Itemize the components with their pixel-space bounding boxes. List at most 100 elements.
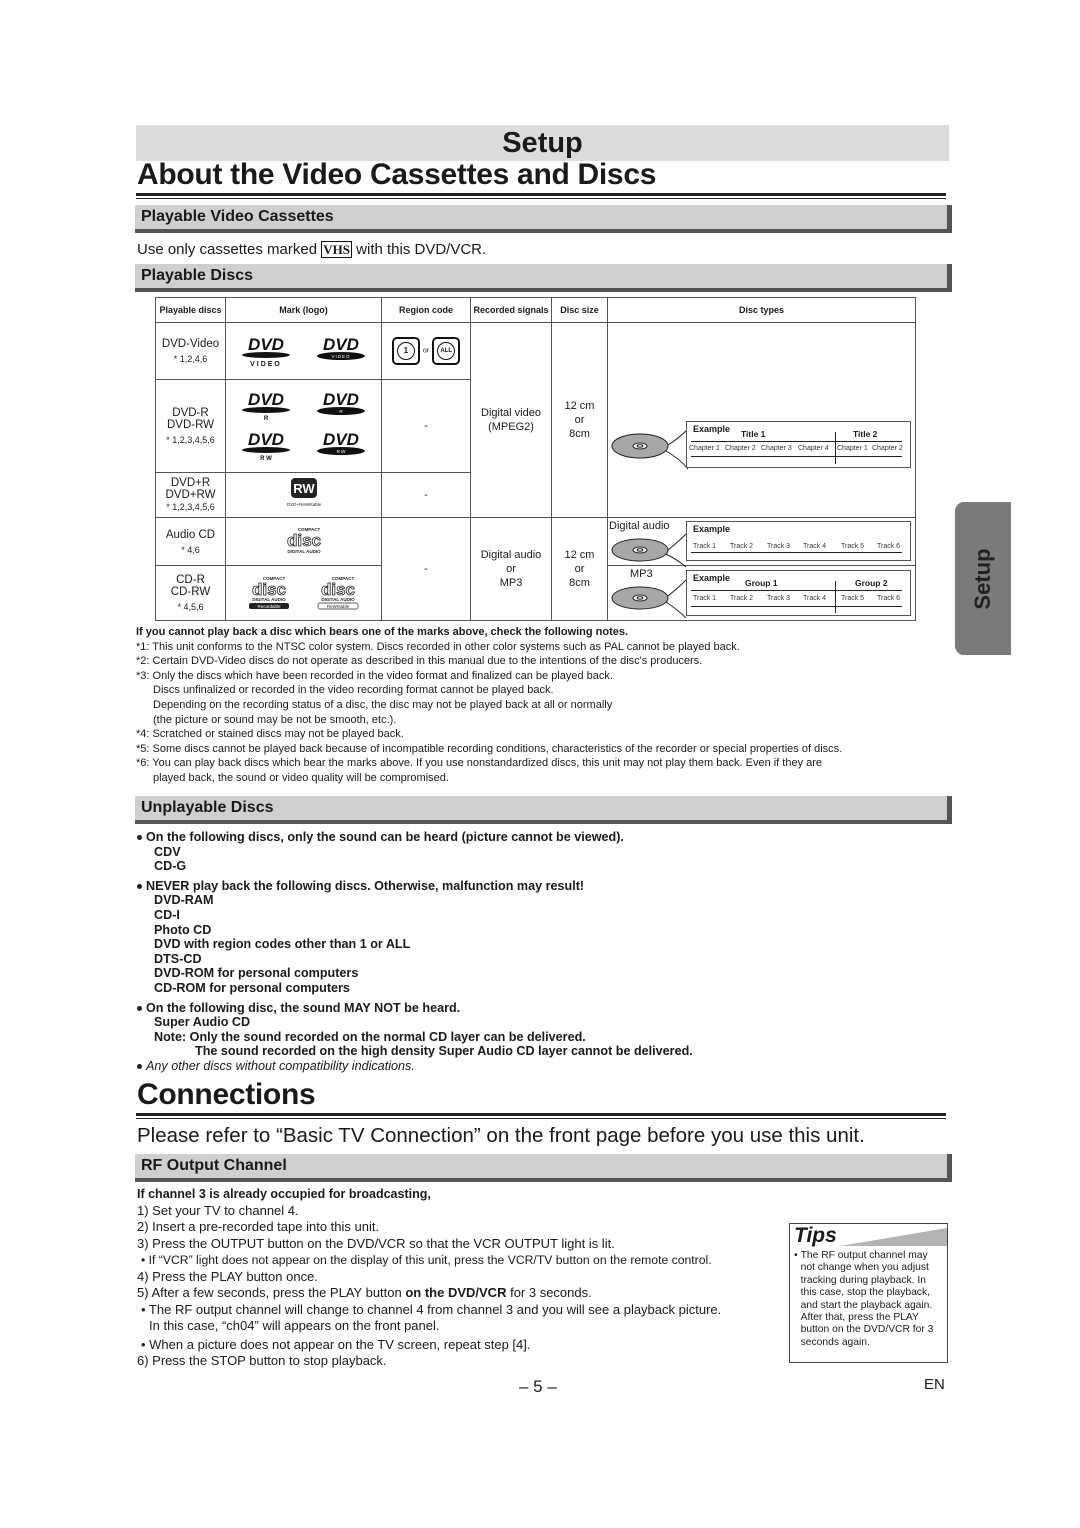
note-line: *5: Some discs cannot be played back bec…: [136, 742, 843, 755]
page-title: About the Video Cassettes and Discs: [137, 158, 657, 191]
bullet-icon: [137, 1005, 142, 1011]
step5-text: 5) After a few seconds, press the PLAY b…: [137, 1285, 406, 1300]
track-label: Track 6: [877, 595, 901, 602]
group-lead: On the following discs, only the sound c…: [146, 830, 624, 844]
svg-text:DVD: DVD: [323, 335, 359, 354]
cassettes-text-after: with this DVD/VCR.: [356, 241, 487, 258]
rf-step-5: 5) After a few seconds, press the PLAY b…: [137, 1285, 797, 1302]
heading-rf-output-channel: RF Output Channel: [135, 1154, 952, 1182]
setup-section-band: Setup: [136, 125, 949, 161]
disc-name: Audio CD: [165, 528, 216, 541]
example-label: Example: [693, 573, 731, 583]
rf-step: 1) Set your TV to channel 4.: [137, 1202, 299, 1218]
track-label: Track 2: [730, 543, 754, 550]
svg-text:DIGITAL AUDIO: DIGITAL AUDIO: [321, 597, 355, 602]
svg-text:DVD: DVD: [248, 430, 284, 449]
compact-disc-recordable-logo-icon: COMPACTdiscDIGITAL AUDIORecordable: [248, 576, 289, 609]
svg-text:RW: RW: [293, 481, 315, 496]
rf-step-note: In this case, “ch04” will appears on the…: [149, 1318, 440, 1333]
track-label: Track 5: [841, 595, 865, 602]
dvd-plus-rewritable-logo-icon: RW DVD+ReWritable: [286, 478, 321, 507]
svg-text:DVD+ReWritable: DVD+ReWritable: [286, 502, 321, 507]
chapter-label: Chapter 1: [689, 445, 720, 452]
connections-rule: [136, 1113, 946, 1119]
unplayable-group: On the following discs, only the sound c…: [137, 830, 693, 845]
region-dash: -: [381, 517, 471, 621]
svg-text:DVD: DVD: [323, 390, 359, 409]
dvd-video-logos: DVD VIDEO DVD VIDEO: [225, 321, 382, 381]
group-label: Group 1: [745, 578, 778, 588]
language-code: EN: [924, 1376, 945, 1393]
example-label: Example: [693, 424, 731, 434]
bullet-icon: [137, 835, 142, 841]
svg-text:VIDEO: VIDEO: [332, 354, 351, 359]
disc-notes: * 1,2,3,4,5,6: [166, 435, 215, 446]
svg-text:DVD: DVD: [248, 335, 284, 354]
col-header: Disc types: [607, 297, 916, 323]
audio-disc-size: 12 cm or 8cm: [551, 517, 608, 621]
heading-unplayable-discs: Unplayable Discs: [135, 796, 952, 824]
note-line: *3: Only the discs which have been recor…: [136, 669, 613, 682]
rf-steps: If channel 3 is already occupied for bro…: [137, 1186, 797, 1370]
side-tab-setup[interactable]: Setup: [955, 502, 1011, 655]
disc-notes: * 4,5,6: [177, 602, 204, 612]
list-item: CD-ROM for personal computers: [154, 980, 350, 995]
chapter-label: Chapter 1: [837, 445, 868, 452]
vhs-logo-icon: VHS: [321, 241, 352, 258]
track-label: Track 2: [730, 595, 754, 602]
notes-intro: If you cannot play back a disc which bea…: [136, 626, 629, 638]
chapter-label: Chapter 2: [725, 445, 756, 452]
rf-step-note: • If “VCR” light does not appear on the …: [141, 1253, 712, 1267]
group-lead: On the following disc, the sound MAY NOT…: [146, 1000, 461, 1015]
playable-discs-table: Playable discs Mark (logo) Region code R…: [155, 297, 916, 621]
bullet-icon: [137, 883, 142, 889]
list-item: DVD-RAM: [154, 893, 214, 908]
mp3-disc-icon: [611, 579, 687, 618]
track-label: Track 4: [803, 595, 827, 602]
list-item: CD-G: [154, 859, 187, 874]
list-item: The sound recorded on the high density S…: [195, 1044, 693, 1059]
disc-name: DVD+R DVD+RW: [165, 477, 216, 502]
region-1-icon: 1: [391, 337, 420, 366]
tips-title: Tips: [794, 1224, 837, 1247]
unplayable-list: On the following discs, only the sound c…: [137, 830, 693, 1074]
cassettes-text-before: Use only cassettes marked: [137, 241, 318, 258]
rf-step: 2) Insert a pre-recorded tape into this …: [137, 1219, 380, 1234]
disc-notes: * 1,2,3,4,5,6: [166, 502, 215, 513]
svg-text:R: R: [264, 416, 269, 422]
chapter-label: Chapter 3: [761, 445, 792, 452]
tips-box: Tips • The RF output channel may not cha…: [789, 1223, 948, 1363]
connections-intro: Please refer to “Basic TV Connection” on…: [137, 1124, 865, 1147]
tips-text: The RF output channel may not change whe…: [800, 1250, 934, 1348]
disc-notes: * 4,6: [181, 544, 200, 555]
mp3-disc-type-cell: MP3 Example Group 1 Group 2 Track 1 Trac…: [607, 565, 916, 621]
rf-step: 4) Press the PLAY button once.: [137, 1268, 318, 1284]
track-label: Track 1: [693, 543, 717, 550]
bullet-icon: [137, 1064, 142, 1070]
note-line: *1: This unit conforms to the NTSC color…: [136, 640, 740, 653]
rf-lead: If channel 3 is already occupied for bro…: [137, 1187, 431, 1201]
side-tab-label: Setup: [970, 547, 995, 610]
col-header: Playable discs: [155, 297, 226, 323]
disc-name: DVD-R DVD-RW: [166, 407, 215, 432]
group-label: Group 2: [855, 578, 888, 588]
last-item: Any other discs without compatibility in…: [146, 1058, 415, 1073]
compact-disc-rewritable-logo-icon: COMPACTdiscDIGITAL AUDIOReWritable: [317, 576, 359, 609]
list-item: DTS-CD: [154, 951, 202, 966]
svg-text:DVD: DVD: [323, 430, 359, 449]
dvd-example-box: Example Title 1 Title 2 Chapter 1 Chapte…: [686, 421, 911, 468]
svg-text:R W: R W: [337, 449, 347, 454]
svg-text:ReWritable: ReWritable: [327, 604, 350, 609]
note-line: (the picture or sound may be not be smoo…: [153, 713, 397, 726]
list-item: DVD with region codes other than 1 or AL…: [154, 937, 411, 952]
track-label: Track 5: [841, 543, 865, 550]
page-number: – 5 –: [519, 1377, 557, 1396]
table-header-row: Playable discs Mark (logo) Region code R…: [155, 297, 916, 323]
chapter-label: Chapter 4: [798, 445, 829, 452]
col-header: Recorded signals: [470, 297, 552, 323]
region-dash: -: [381, 471, 471, 519]
bullet-icon: •: [794, 1250, 798, 1261]
step5-text-end: for 3 seconds.: [506, 1285, 592, 1300]
col-header: Mark (logo): [225, 297, 382, 323]
cd-r-rw-logos: COMPACT disc DIGITAL AUDIO Recordable COMPA…: [225, 565, 382, 621]
